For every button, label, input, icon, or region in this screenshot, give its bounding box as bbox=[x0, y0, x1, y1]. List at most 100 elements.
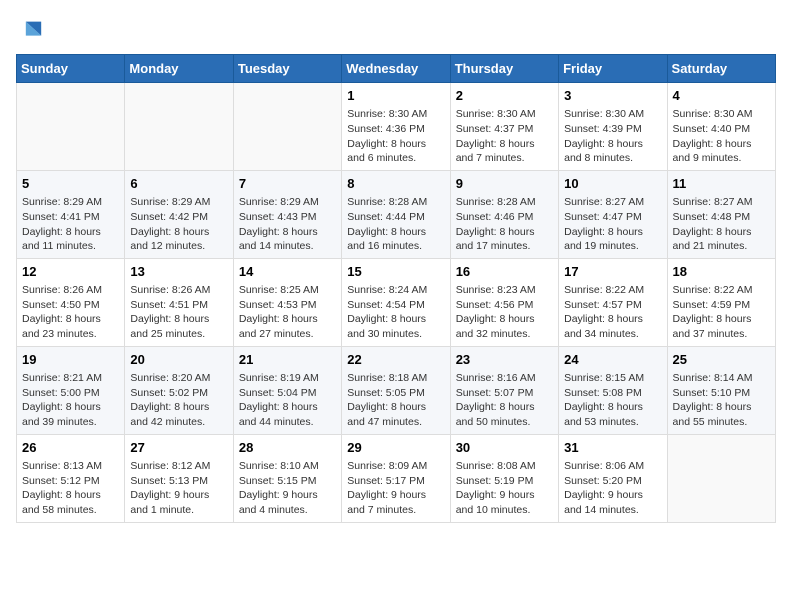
day-number: 19 bbox=[22, 351, 119, 369]
day-cell: 17 Sunrise: 8:22 AM Sunset: 4:57 PM Dayli… bbox=[559, 258, 667, 346]
day-cell: 28 Sunrise: 8:10 AM Sunset: 5:15 PM Dayli… bbox=[233, 434, 341, 522]
day-info: Sunrise: 8:23 AM Sunset: 4:56 PM Dayligh… bbox=[456, 283, 553, 342]
day-number: 14 bbox=[239, 263, 336, 281]
week-row-3: 12Sunrise: 8:26 AM Sunset: 4:50 PM Dayli… bbox=[17, 258, 776, 346]
day-cell: 31 Sunrise: 8:06 AM Sunset: 5:20 PM Dayli… bbox=[559, 434, 667, 522]
day-info: Sunrise: 8:29 AM Sunset: 4:43 PM Dayligh… bbox=[239, 195, 336, 254]
day-cell bbox=[17, 83, 125, 171]
day-info: Sunrise: 8:14 AM Sunset: 5:10 PM Dayligh… bbox=[673, 371, 770, 430]
day-cell: 9 Sunrise: 8:28 AM Sunset: 4:46 PM Daylig… bbox=[450, 170, 558, 258]
day-info: Sunrise: 8:30 AM Sunset: 4:39 PM Dayligh… bbox=[564, 107, 661, 166]
day-number: 15 bbox=[347, 263, 444, 281]
day-cell: 7 Sunrise: 8:29 AM Sunset: 4:43 PM Daylig… bbox=[233, 170, 341, 258]
day-number: 8 bbox=[347, 175, 444, 193]
day-cell: 21 Sunrise: 8:19 AM Sunset: 5:04 PM Dayli… bbox=[233, 346, 341, 434]
header-sunday: Sunday bbox=[17, 55, 125, 83]
day-number: 10 bbox=[564, 175, 661, 193]
day-info: Sunrise: 8:25 AM Sunset: 4:53 PM Dayligh… bbox=[239, 283, 336, 342]
day-info: Sunrise: 8:30 AM Sunset: 4:40 PM Dayligh… bbox=[673, 107, 770, 166]
day-number: 25 bbox=[673, 351, 770, 369]
week-row-5: 26 Sunrise: 8:13 AM Sunset: 5:12 PM Dayli… bbox=[17, 434, 776, 522]
day-info: Sunrise: 8:29 AM Sunset: 4:41 PM Dayligh… bbox=[22, 195, 119, 254]
day-info: Sunrise: 8:16 AM Sunset: 5:07 PM Dayligh… bbox=[456, 371, 553, 430]
day-number: 2 bbox=[456, 87, 553, 105]
day-cell: 1 Sunrise: 8:30 AM Sunset: 4:36 PM Daylig… bbox=[342, 83, 450, 171]
day-info: Sunrise: 8:19 AM Sunset: 5:04 PM Dayligh… bbox=[239, 371, 336, 430]
day-number: 17 bbox=[564, 263, 661, 281]
day-cell: 2 Sunrise: 8:30 AM Sunset: 4:37 PM Daylig… bbox=[450, 83, 558, 171]
day-info: Sunrise: 8:20 AM Sunset: 5:02 PM Dayligh… bbox=[130, 371, 227, 430]
day-info: Sunrise: 8:27 AM Sunset: 4:47 PM Dayligh… bbox=[564, 195, 661, 254]
day-info: Sunrise: 8:22 AM Sunset: 4:57 PM Dayligh… bbox=[564, 283, 661, 342]
day-info: Sunrise: 8:10 AM Sunset: 5:15 PM Dayligh… bbox=[239, 459, 336, 518]
day-info: Sunrise: 8:21 AM Sunset: 5:00 PM Dayligh… bbox=[22, 371, 119, 430]
day-cell bbox=[233, 83, 341, 171]
header-friday: Friday bbox=[559, 55, 667, 83]
day-info: Sunrise: 8:28 AM Sunset: 4:46 PM Dayligh… bbox=[456, 195, 553, 254]
day-cell: 6Sunrise: 8:29 AM Sunset: 4:42 PM Daylig… bbox=[125, 170, 233, 258]
day-cell: 15 Sunrise: 8:24 AM Sunset: 4:54 PM Dayli… bbox=[342, 258, 450, 346]
day-number: 26 bbox=[22, 439, 119, 457]
day-cell: 18Sunrise: 8:22 AM Sunset: 4:59 PM Dayli… bbox=[667, 258, 775, 346]
day-info: Sunrise: 8:24 AM Sunset: 4:54 PM Dayligh… bbox=[347, 283, 444, 342]
calendar-table: SundayMondayTuesdayWednesdayThursdayFrid… bbox=[16, 54, 776, 523]
day-number: 27 bbox=[130, 439, 227, 457]
day-number: 1 bbox=[347, 87, 444, 105]
page-header bbox=[16, 16, 776, 44]
day-info: Sunrise: 8:06 AM Sunset: 5:20 PM Dayligh… bbox=[564, 459, 661, 518]
day-number: 29 bbox=[347, 439, 444, 457]
day-cell: 19 Sunrise: 8:21 AM Sunset: 5:00 PM Dayli… bbox=[17, 346, 125, 434]
day-number: 23 bbox=[456, 351, 553, 369]
day-info: Sunrise: 8:30 AM Sunset: 4:36 PM Dayligh… bbox=[347, 107, 444, 166]
week-row-2: 5 Sunrise: 8:29 AM Sunset: 4:41 PM Daylig… bbox=[17, 170, 776, 258]
day-info: Sunrise: 8:15 AM Sunset: 5:08 PM Dayligh… bbox=[564, 371, 661, 430]
day-info: Sunrise: 8:29 AM Sunset: 4:42 PM Dayligh… bbox=[130, 195, 227, 254]
day-info: Sunrise: 8:30 AM Sunset: 4:37 PM Dayligh… bbox=[456, 107, 553, 166]
day-number: 22 bbox=[347, 351, 444, 369]
day-number: 16 bbox=[456, 263, 553, 281]
day-cell: 8 Sunrise: 8:28 AM Sunset: 4:44 PM Daylig… bbox=[342, 170, 450, 258]
day-number: 30 bbox=[456, 439, 553, 457]
day-number: 4 bbox=[673, 87, 770, 105]
header-saturday: Saturday bbox=[667, 55, 775, 83]
day-info: Sunrise: 8:22 AM Sunset: 4:59 PM Dayligh… bbox=[673, 283, 770, 342]
day-cell: 11Sunrise: 8:27 AM Sunset: 4:48 PM Dayli… bbox=[667, 170, 775, 258]
day-info: Sunrise: 8:26 AM Sunset: 4:51 PM Dayligh… bbox=[130, 283, 227, 342]
calendar-body: 1 Sunrise: 8:30 AM Sunset: 4:36 PM Daylig… bbox=[17, 83, 776, 523]
day-info: Sunrise: 8:12 AM Sunset: 5:13 PM Dayligh… bbox=[130, 459, 227, 518]
day-info: Sunrise: 8:28 AM Sunset: 4:44 PM Dayligh… bbox=[347, 195, 444, 254]
day-cell: 14 Sunrise: 8:25 AM Sunset: 4:53 PM Dayli… bbox=[233, 258, 341, 346]
day-number: 21 bbox=[239, 351, 336, 369]
day-number: 24 bbox=[564, 351, 661, 369]
day-info: Sunrise: 8:18 AM Sunset: 5:05 PM Dayligh… bbox=[347, 371, 444, 430]
day-cell: 20 Sunrise: 8:20 AM Sunset: 5:02 PM Dayli… bbox=[125, 346, 233, 434]
day-cell: 16 Sunrise: 8:23 AM Sunset: 4:56 PM Dayli… bbox=[450, 258, 558, 346]
day-number: 28 bbox=[239, 439, 336, 457]
header-tuesday: Tuesday bbox=[233, 55, 341, 83]
day-cell: 27 Sunrise: 8:12 AM Sunset: 5:13 PM Dayli… bbox=[125, 434, 233, 522]
day-number: 5 bbox=[22, 175, 119, 193]
day-cell: 22 Sunrise: 8:18 AM Sunset: 5:05 PM Dayli… bbox=[342, 346, 450, 434]
day-cell bbox=[125, 83, 233, 171]
day-number: 12 bbox=[22, 263, 119, 281]
day-number: 13 bbox=[130, 263, 227, 281]
week-row-1: 1 Sunrise: 8:30 AM Sunset: 4:36 PM Daylig… bbox=[17, 83, 776, 171]
day-cell: 5 Sunrise: 8:29 AM Sunset: 4:41 PM Daylig… bbox=[17, 170, 125, 258]
day-info: Sunrise: 8:08 AM Sunset: 5:19 PM Dayligh… bbox=[456, 459, 553, 518]
day-number: 31 bbox=[564, 439, 661, 457]
day-cell: 29Sunrise: 8:09 AM Sunset: 5:17 PM Dayli… bbox=[342, 434, 450, 522]
day-cell: 25 Sunrise: 8:14 AM Sunset: 5:10 PM Dayli… bbox=[667, 346, 775, 434]
day-cell: 12Sunrise: 8:26 AM Sunset: 4:50 PM Dayli… bbox=[17, 258, 125, 346]
day-cell: 10 Sunrise: 8:27 AM Sunset: 4:47 PM Dayli… bbox=[559, 170, 667, 258]
day-info: Sunrise: 8:13 AM Sunset: 5:12 PM Dayligh… bbox=[22, 459, 119, 518]
logo bbox=[16, 16, 48, 44]
logo-icon bbox=[16, 16, 44, 44]
day-cell: 23 Sunrise: 8:16 AM Sunset: 5:07 PM Dayli… bbox=[450, 346, 558, 434]
header-wednesday: Wednesday bbox=[342, 55, 450, 83]
day-number: 7 bbox=[239, 175, 336, 193]
day-number: 9 bbox=[456, 175, 553, 193]
day-cell: 24 Sunrise: 8:15 AM Sunset: 5:08 PM Dayli… bbox=[559, 346, 667, 434]
day-number: 20 bbox=[130, 351, 227, 369]
header-thursday: Thursday bbox=[450, 55, 558, 83]
week-row-4: 19 Sunrise: 8:21 AM Sunset: 5:00 PM Dayli… bbox=[17, 346, 776, 434]
